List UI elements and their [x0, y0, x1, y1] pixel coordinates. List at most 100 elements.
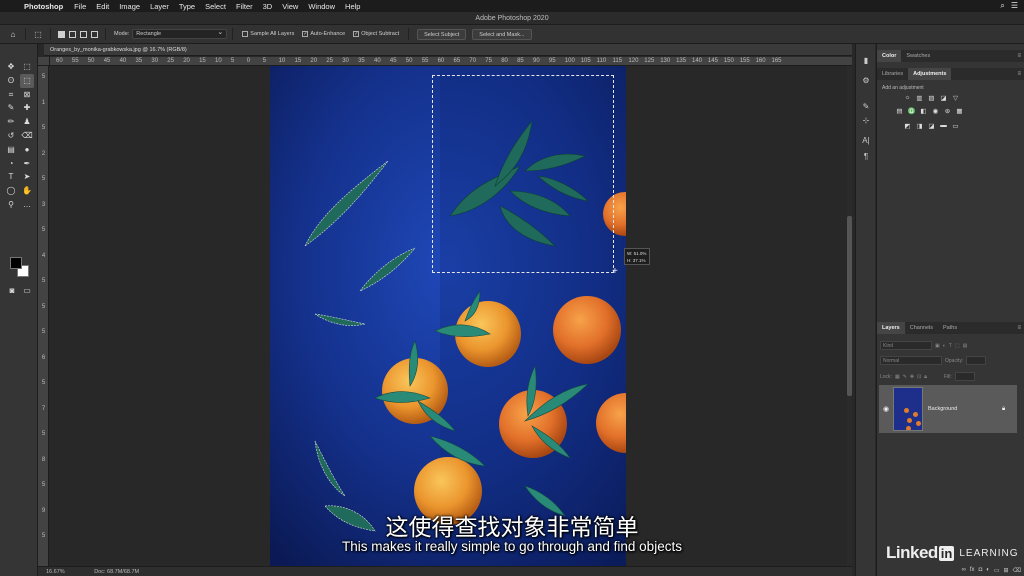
color-lookup-icon[interactable]: ▦ [955, 107, 964, 115]
select-and-mask-button[interactable]: Select and Mask... [472, 28, 532, 40]
lock-pixels-icon[interactable]: ✎ [903, 374, 907, 380]
marquee-selection[interactable] [432, 75, 614, 273]
panel-menu-icon[interactable]: ≡ [1017, 53, 1021, 59]
lasso-tool-icon[interactable]: ʘ [4, 74, 18, 88]
control-center-icon[interactable]: ☰ [1011, 1, 1018, 11]
document-tab[interactable]: Oranges_by_monika-grabkowska.jpg @ 16.7%… [44, 44, 852, 56]
pen-tool-icon[interactable]: ✒ [20, 157, 34, 171]
foreground-color-swatch[interactable] [10, 257, 22, 269]
crop-tool-icon[interactable]: ⌗ [4, 88, 18, 102]
panel-menu-icon[interactable]: ≡ [1017, 325, 1021, 331]
horizontal-ruler[interactable]: 60 55 50 45 40 35 30 25 20 15 10 5 0 5 10 15 20 25 30 35 40 4… [50, 57, 852, 66]
select-subject-button[interactable]: Select Subject [417, 28, 467, 40]
tab-channels[interactable]: Channels [905, 322, 938, 334]
threshold-icon[interactable]: ◪ [927, 122, 936, 130]
filter-smart-icon[interactable]: ▤ [963, 343, 968, 349]
lock-icon[interactable]: 🔒︎ [1002, 406, 1012, 413]
history-brush-icon[interactable]: ↺ [4, 129, 18, 143]
zoom-level[interactable]: 16.67% [46, 569, 65, 575]
hue-saturation-icon[interactable]: ▤ [895, 107, 904, 115]
menu-file[interactable]: File [74, 2, 86, 11]
curves-icon[interactable]: ▨ [927, 94, 936, 102]
menu-view[interactable]: View [282, 2, 298, 11]
lock-position-icon[interactable]: ✥ [910, 374, 914, 380]
fx-icon[interactable]: fx [970, 567, 975, 573]
menu-edit[interactable]: Edit [96, 2, 109, 11]
brightness-icon[interactable]: ☼ [903, 94, 912, 102]
shape-tool-icon[interactable]: ◯ [4, 184, 18, 198]
brushes-icon[interactable]: ⊹ [861, 116, 871, 125]
add-mask-icon[interactable]: ◘ [979, 567, 983, 573]
vibrance-icon[interactable]: ▽ [951, 94, 960, 102]
new-selection-icon[interactable] [58, 30, 65, 38]
menu-help[interactable]: Help [345, 2, 360, 11]
mode-select[interactable]: Rectangle [132, 28, 228, 39]
filter-type-icon[interactable]: T [949, 343, 952, 349]
eraser-tool-icon[interactable]: ⌫ [20, 129, 34, 143]
lock-artboard-icon[interactable]: ⊡ [917, 374, 921, 380]
gradient-map-icon[interactable]: ▬ [939, 122, 948, 130]
add-selection-icon[interactable] [69, 30, 76, 38]
gradient-tool-icon[interactable]: ▤ [4, 143, 18, 157]
eye-icon[interactable]: ◉ [879, 405, 893, 413]
layer-name[interactable]: Background [928, 406, 1002, 412]
lock-all-icon[interactable]: 🔒︎ [924, 374, 927, 380]
object-subtract-checkbox[interactable]: ✓ Object Subtract [353, 31, 399, 37]
sample-all-layers-checkbox[interactable]: Sample All Layers [242, 31, 294, 37]
hand-tool-icon[interactable]: ✋ [20, 184, 34, 198]
menu-type[interactable]: Type [179, 2, 195, 11]
tab-adjustments[interactable]: Adjustments [908, 68, 952, 80]
new-group-icon[interactable]: ▭ [994, 567, 1000, 574]
layer-filter-kind[interactable]: Kind [880, 341, 932, 350]
screen-mode-icon[interactable]: ▭ [20, 284, 34, 298]
black-white-icon[interactable]: ◧ [919, 107, 928, 115]
app-menu[interactable]: Photoshop [24, 2, 63, 11]
panel-menu-icon[interactable]: ≡ [1017, 71, 1021, 77]
menu-3d[interactable]: 3D [263, 2, 273, 11]
history-icon[interactable]: ▮ [861, 56, 871, 65]
fill-field[interactable] [954, 372, 975, 381]
menu-window[interactable]: Window [308, 2, 335, 11]
filter-pixel-icon[interactable]: ▣ [935, 343, 940, 349]
adjustment-layer-icon[interactable]: ◐ [986, 567, 990, 573]
more-tools-icon[interactable]: … [20, 198, 34, 212]
blur-tool-icon[interactable]: ● [20, 143, 34, 157]
properties-icon[interactable]: ⚙ [861, 76, 871, 85]
filter-adjust-icon[interactable]: ◐ [943, 343, 946, 349]
menu-filter[interactable]: Filter [236, 2, 253, 11]
move-tool-icon[interactable]: ✥ [4, 60, 18, 74]
path-selection-icon[interactable]: ➤ [20, 170, 34, 184]
photo-filter-icon[interactable]: ◉ [931, 107, 940, 115]
search-icon[interactable]: ⌕ [1000, 1, 1004, 11]
doc-size[interactable]: Doc: 68.7M/68.7M [94, 569, 139, 575]
tab-color[interactable]: Color [877, 50, 902, 62]
eyedropper-tool-icon[interactable]: ✎ [4, 101, 18, 115]
object-selection-tool-icon[interactable]: ⬚ [20, 73, 34, 88]
lock-transparent-icon[interactable]: ▦ [895, 374, 900, 380]
levels-icon[interactable]: ▥ [915, 94, 924, 102]
menu-select[interactable]: Select [205, 2, 226, 11]
quick-mask-icon[interactable]: ◙ [5, 284, 19, 298]
tab-swatches[interactable]: Swatches [901, 50, 935, 62]
tab-libraries[interactable]: Libraries [877, 68, 908, 80]
new-layer-icon[interactable]: ⊞ [1003, 567, 1008, 574]
scrollbar-thumb[interactable] [847, 216, 852, 396]
link-layers-icon[interactable]: ∞ [962, 567, 966, 573]
healing-brush-icon[interactable]: ✚ [20, 101, 34, 115]
channel-mixer-icon[interactable]: ⊛ [943, 107, 952, 115]
frame-tool-icon[interactable]: ⊠ [20, 88, 34, 102]
brush-tool-icon[interactable]: ✏ [4, 115, 18, 129]
stamp-tool-icon[interactable]: ♟ [20, 115, 34, 129]
menu-layer[interactable]: Layer [150, 2, 169, 11]
paragraph-icon[interactable]: ¶ [861, 152, 871, 161]
tab-layers[interactable]: Layers [877, 322, 905, 334]
exposure-icon[interactable]: ◪ [939, 94, 948, 102]
character-icon[interactable]: A| [861, 136, 871, 145]
invert-icon[interactable]: ◩ [903, 122, 912, 130]
color-balance-icon[interactable]: ♎ [907, 107, 916, 115]
layer-row-background[interactable]: ◉ Background 🔒︎ [879, 385, 1017, 433]
menu-image[interactable]: Image [119, 2, 140, 11]
vertical-ruler[interactable]: 5152535455565758595 [38, 66, 49, 566]
vertical-scrollbar[interactable] [847, 66, 852, 566]
brush-settings-icon[interactable]: ✎ [861, 102, 871, 111]
